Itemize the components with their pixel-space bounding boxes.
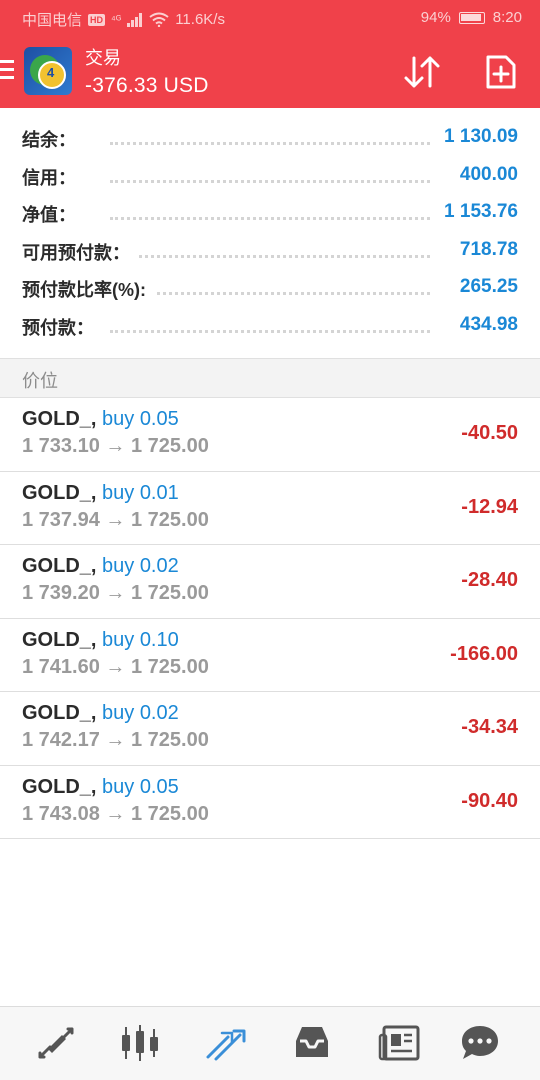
position-title: GOLD_, buy 0.05 <box>22 776 179 799</box>
wifi-icon <box>149 12 169 27</box>
signal-icon <box>127 12 143 27</box>
position-row[interactable]: GOLD_, buy 0.05 1 733.10 → 1 725.00 -40.… <box>0 398 540 472</box>
account-label: 信用： <box>22 163 84 190</box>
position-title: GOLD_, buy 0.02 <box>22 702 179 725</box>
carrier-label: 中国电信 <box>22 12 83 29</box>
app-logo-icon: 4 <box>24 47 72 95</box>
dotted-leader <box>110 254 430 258</box>
chat-icon[interactable] <box>458 1023 502 1063</box>
account-value: 400.00 <box>451 163 518 186</box>
position-symbol: GOLD_, <box>22 628 97 651</box>
battery-percent: 94% <box>420 9 451 26</box>
position-symbol: GOLD_, <box>22 481 97 504</box>
account-row: 预付款： 434.98 <box>0 308 540 346</box>
position-pnl: -166.00 <box>450 642 518 665</box>
position-prices: 1 737.94 → 1 725.00 <box>22 508 209 531</box>
menu-icon[interactable] <box>0 60 14 82</box>
total-profit: -376.33 USD <box>85 74 209 97</box>
position-row[interactable]: GOLD_, buy 0.05 1 743.08 → 1 725.00 -90.… <box>0 766 540 839</box>
chart-icon[interactable] <box>118 1023 162 1063</box>
position-prices: 1 741.60 → 1 725.00 <box>22 655 209 678</box>
position-title: GOLD_, buy 0.10 <box>22 629 179 652</box>
position-prices: 1 743.08 → 1 725.00 <box>22 802 209 825</box>
history-icon[interactable] <box>290 1023 334 1063</box>
position-side: buy 0.05 <box>96 408 179 430</box>
dotted-leader <box>110 329 430 333</box>
account-row: 净值： 1 153.76 <box>0 195 540 233</box>
network-speed: 11.6K/s <box>175 11 225 28</box>
account-value: 1 130.09 <box>436 126 518 148</box>
top-bar: 中国电信 HD ⁴ᴳ 11.6K/s 94% 8:20 4 交易 -376.33… <box>0 0 540 108</box>
page-title: 交易 <box>85 48 121 68</box>
logo-number: 4 <box>47 65 55 80</box>
dotted-leader <box>110 142 430 145</box>
position-pnl: -34.34 <box>461 716 518 738</box>
position-row[interactable]: GOLD_, buy 0.02 1 739.20 → 1 725.00 -28.… <box>0 545 540 619</box>
account-row: 结余： 1 130.09 <box>0 120 540 158</box>
position-title: GOLD_, buy 0.02 <box>22 555 179 578</box>
hd-badge: HD <box>88 13 106 26</box>
position-pnl: -28.40 <box>461 569 518 591</box>
position-side: buy 0.05 <box>96 775 179 798</box>
account-value: 1 153.76 <box>436 201 518 223</box>
bottom-nav <box>0 1006 540 1080</box>
position-prices: 1 733.10 → 1 725.00 <box>22 435 209 457</box>
position-title: GOLD_, buy 0.01 <box>22 482 179 505</box>
account-label: 预付款比率(%): <box>22 276 154 302</box>
position-symbol: GOLD_, <box>22 555 97 577</box>
positions-section-header: 价位 <box>0 358 540 398</box>
position-row[interactable]: GOLD_, buy 0.02 1 742.17 → 1 725.00 -34.… <box>0 692 540 766</box>
position-pnl: -12.94 <box>461 495 518 518</box>
app-header: 4 交易 -376.33 USD <box>0 36 540 108</box>
account-row: 可用预付款： 718.78 <box>0 233 540 271</box>
news-icon[interactable] <box>378 1023 422 1063</box>
account-row: 信用： 400.00 <box>0 158 540 196</box>
clock: 8:20 <box>492 9 522 26</box>
position-row[interactable]: GOLD_, buy 0.01 1 737.94 → 1 725.00 -12.… <box>0 472 540 545</box>
positions-list: GOLD_, buy 0.05 1 733.10 → 1 725.00 -40.… <box>0 398 540 839</box>
battery-icon <box>458 11 485 24</box>
quotes-icon[interactable] <box>34 1023 78 1063</box>
account-label: 预付款： <box>22 313 102 340</box>
trade-icon[interactable] <box>204 1023 248 1063</box>
position-side: buy 0.10 <box>96 628 179 651</box>
position-pnl: -40.50 <box>461 422 518 444</box>
position-symbol: GOLD_, <box>22 702 97 724</box>
position-title: GOLD_, buy 0.05 <box>22 408 179 431</box>
section-title: 价位 <box>22 371 58 391</box>
position-symbol: GOLD_, <box>22 408 97 430</box>
position-pnl: -90.40 <box>461 789 518 812</box>
status-bar: 中国电信 HD ⁴ᴳ 11.6K/s 94% 8:20 <box>0 0 540 36</box>
account-value: 718.78 <box>451 238 518 261</box>
account-value: 434.98 <box>451 313 518 336</box>
position-side: buy 0.01 <box>96 481 179 504</box>
position-prices: 1 739.20 → 1 725.00 <box>22 582 209 604</box>
sort-icon[interactable] <box>402 52 442 92</box>
position-row[interactable]: GOLD_, buy 0.10 1 741.60 → 1 725.00 -166… <box>0 619 540 692</box>
dotted-leader <box>110 179 430 183</box>
account-row: 预付款比率(%): 265.25 <box>0 270 540 308</box>
account-summary: 结余： 1 130.09 信用： 400.00 净值： 1 153.76 可用预… <box>0 120 540 345</box>
network-type: ⁴ᴳ <box>111 13 122 26</box>
new-order-icon[interactable] <box>484 53 518 91</box>
dotted-leader <box>110 217 430 220</box>
dotted-leader <box>110 292 430 295</box>
account-label: 净值： <box>22 201 84 227</box>
account-label: 可用预付款： <box>22 238 138 265</box>
account-label: 结余： <box>22 126 84 152</box>
position-side: buy 0.02 <box>96 555 179 577</box>
position-symbol: GOLD_, <box>22 775 97 798</box>
account-value: 265.25 <box>451 276 518 298</box>
position-side: buy 0.02 <box>96 702 179 724</box>
position-prices: 1 742.17 → 1 725.00 <box>22 729 209 751</box>
